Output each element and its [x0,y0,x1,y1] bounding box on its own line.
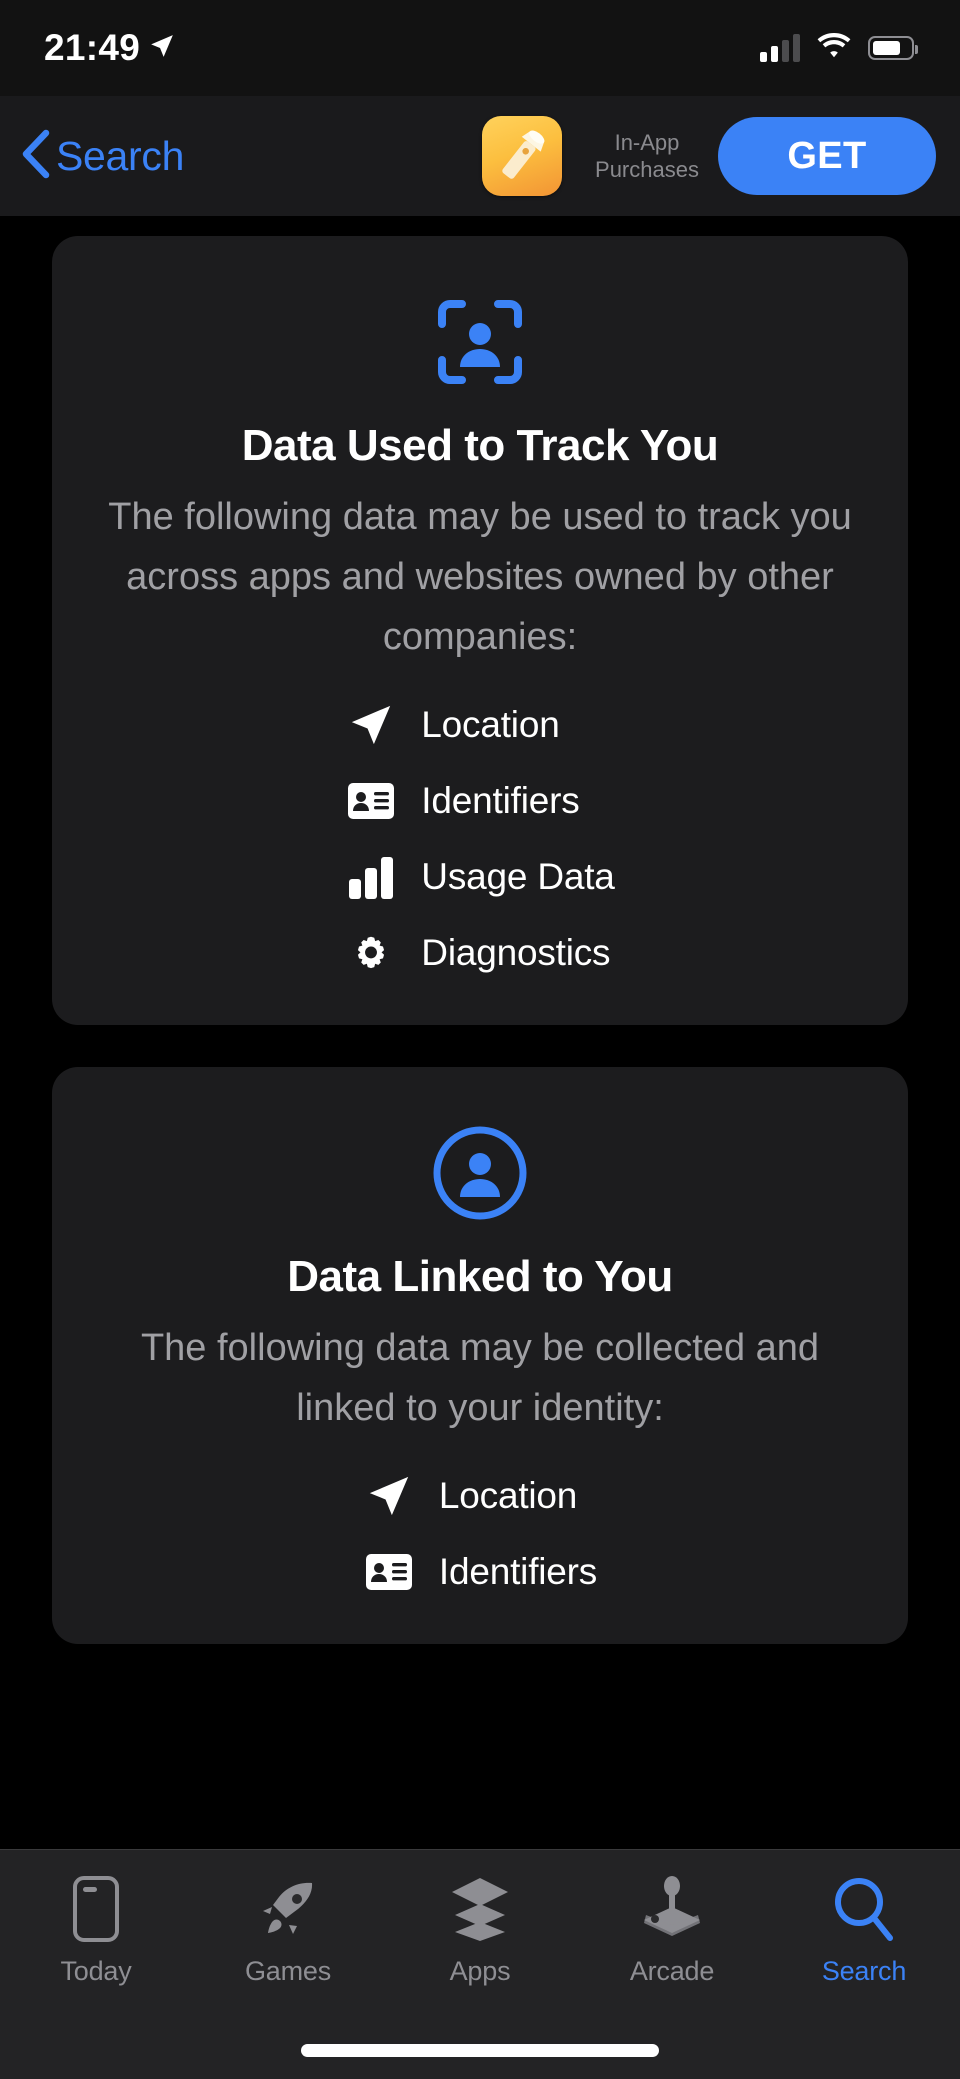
chevron-left-icon [20,129,50,184]
status-bar: 21:49 [0,0,960,96]
battery-icon [868,36,918,60]
tab-search[interactable]: Search [768,1872,960,2018]
tab-label: Search [821,1956,907,1986]
back-button[interactable]: Search [20,129,184,184]
home-indicator[interactable] [301,2044,659,2057]
tab-label: Games [244,1956,332,1986]
bar-chart-icon [345,851,397,903]
list-item-label: Location [421,704,560,745]
card-description: The following data may be collected and … [140,1327,820,1429]
cellular-signal-icon [760,34,800,62]
status-bar-right [760,33,918,63]
get-button[interactable]: GET [718,117,936,195]
tab-apps[interactable]: Apps [384,1872,576,2018]
person-in-viewfinder-icon [432,294,528,395]
tab-label: Apps [449,1956,511,1986]
list-item-label: Identifiers [438,1551,598,1592]
id-card-icon [345,775,397,827]
rocket-icon [256,1872,320,1946]
list-item-label: Location [438,1475,578,1516]
list-item: Location [363,1470,597,1522]
stacked-layers-icon [448,1872,512,1946]
in-app-purchases-line-2: Purchases [595,157,699,182]
tab-games[interactable]: Games [192,1872,384,2018]
data-linked-to-you-card: Data Linked to You The following data ma… [52,1067,908,1644]
privacy-details-content[interactable]: Data Used to Track You The following dat… [0,216,960,1849]
tab-list: Today Games Apps Arcade Search [0,1850,960,2018]
joystick-icon [638,1872,706,1946]
card-title: Data Linked to You [287,1252,673,1301]
list-item: Identifiers [345,775,614,827]
tab-label: Arcade [629,1956,715,1986]
list-item: Identifiers [363,1546,597,1598]
navigation-bar: Search In-App Purchases GET [0,96,960,216]
person-circle-icon [432,1125,528,1226]
tab-bar: Today Games Apps Arcade Search [0,1849,960,2079]
status-bar-clock: 21:49 [44,27,141,68]
gear-icon [345,927,397,979]
status-bar-left: 21:49 [44,27,175,69]
in-app-purchases-label: In-App Purchases [592,129,702,183]
wifi-icon [817,33,851,63]
data-type-list: Location Identifiers [345,699,615,979]
today-phone-icon [70,1872,122,1946]
id-card-icon [363,1546,415,1598]
data-used-to-track-you-card: Data Used to Track You The following dat… [52,236,908,1025]
app-store-privacy-screen: 21:49 Search In-App Purchases GET Data U… [0,0,960,2079]
data-type-list: Location Identifiers [363,1470,597,1598]
in-app-purchases-line-1: In-App [614,130,680,155]
magnifier-icon [832,1872,896,1946]
card-title: Data Used to Track You [241,421,719,470]
tab-today[interactable]: Today [0,1872,192,2018]
list-item-label: Diagnostics [421,932,611,973]
tab-label: Today [60,1956,132,1986]
list-item: Diagnostics [345,927,614,979]
location-arrow-icon [345,699,397,751]
card-description: The following data may be used to track … [108,496,852,658]
list-item-label: Identifiers [421,780,580,821]
location-arrow-icon [149,33,175,64]
tab-arcade[interactable]: Arcade [576,1872,768,2018]
list-item-label: Usage Data [421,856,615,897]
flashlight-app-icon[interactable] [482,116,562,196]
list-item: Usage Data [345,851,615,903]
back-button-label: Search [56,132,185,179]
list-item: Location [345,699,614,751]
location-arrow-icon [363,1470,415,1522]
